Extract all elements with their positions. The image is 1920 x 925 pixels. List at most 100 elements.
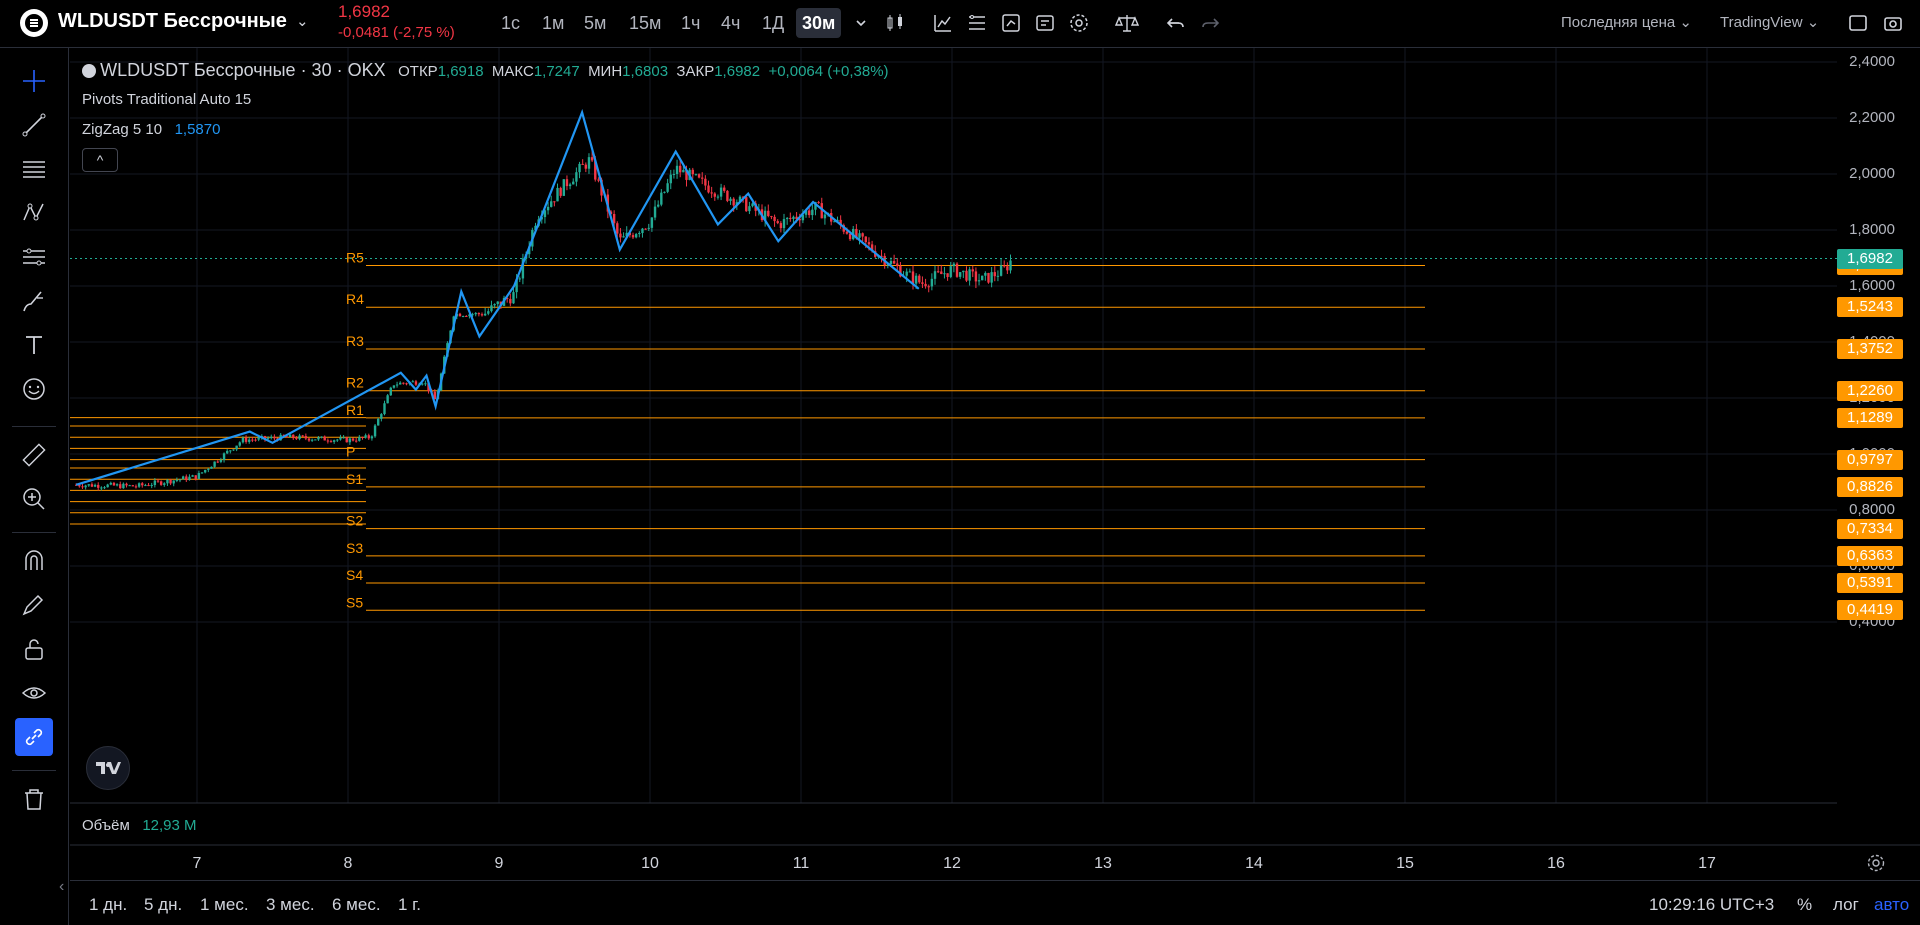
candle-body [792, 216, 795, 220]
zigzag-indicator[interactable]: ZigZag 5 10 1,5870 [82, 121, 220, 138]
candle-body [575, 172, 578, 182]
range-1y[interactable]: 1 г. [398, 895, 421, 915]
candle-body [984, 272, 987, 276]
percent-scale-button[interactable]: % [1797, 895, 1812, 915]
time-axis-label: 12 [943, 855, 961, 872]
candle-body [679, 165, 682, 173]
candle-body [858, 233, 861, 238]
candle-body [405, 383, 408, 385]
candle-body [251, 439, 254, 441]
candle-body [329, 441, 333, 443]
candle-body [156, 480, 160, 482]
legend-high: 1,7247 [533, 63, 580, 80]
zigzag-indicator-value: 1,5870 [174, 121, 221, 138]
candle-body [773, 216, 776, 222]
candle-body [745, 197, 748, 212]
candle-body [266, 438, 270, 440]
candle-body [134, 486, 138, 488]
candle-body [666, 183, 669, 192]
candle-body [358, 436, 361, 441]
candle-body [314, 439, 317, 441]
candle-body [241, 437, 245, 443]
candle-body [509, 298, 512, 304]
candle-body [779, 223, 783, 229]
candle-body [87, 484, 90, 486]
pivot-price-tag: 0,6363 [1837, 545, 1903, 566]
candle-body [474, 313, 477, 315]
candle-body [301, 435, 304, 437]
candle-body [361, 436, 364, 438]
candle-body [732, 198, 735, 206]
candle-body [990, 272, 993, 283]
candle-body [726, 190, 729, 201]
candle-body [229, 450, 232, 452]
candle-body [597, 179, 600, 181]
candle-body [493, 303, 496, 306]
candle-body [861, 233, 864, 237]
candle-body [351, 438, 355, 441]
candle-body [896, 263, 899, 267]
candle-body [631, 235, 635, 238]
candle-body [150, 485, 153, 487]
candle-body [367, 435, 370, 439]
candle-body [933, 271, 937, 279]
candle-body [767, 210, 770, 217]
current-price-tag: 1,6982 [1837, 248, 1903, 269]
symbol-legend: WLDUSDT Бессрочные · 30 · OKX ОТКР1,6918… [82, 60, 889, 81]
time-axis-label: 9 [494, 855, 504, 872]
candle-body [197, 473, 201, 479]
candle-body [981, 275, 984, 281]
candle-body [295, 438, 298, 440]
candle-body [137, 483, 141, 487]
candle-body [270, 436, 273, 439]
candle-body [200, 472, 204, 474]
range-5d[interactable]: 5 дн. [144, 895, 182, 915]
candle-body [719, 187, 723, 197]
range-1d[interactable]: 1 дн. [89, 895, 127, 915]
auto-scale-button[interactable]: авто [1874, 895, 1909, 915]
candle-body [962, 270, 965, 273]
candle-body [1003, 265, 1006, 267]
clock[interactable]: 10:29:16 UTC+3 [1649, 895, 1774, 915]
range-1m[interactable]: 1 мес. [200, 895, 249, 915]
candle-body [144, 485, 147, 487]
candle-body [238, 442, 241, 446]
time-axis-label: 7 [192, 855, 202, 872]
price-chart[interactable]: R5 R4 R3 R2 R1 P S1 S2 S3 S4 S5 [0, 0, 1920, 925]
pivot-label: R1 [346, 402, 364, 418]
candle-body [93, 484, 97, 487]
candle-body [232, 449, 235, 451]
legend-symbol[interactable]: WLDUSDT Бессрочные · 30 · OKX [100, 60, 385, 80]
price-axis-label: 2,2000 [1849, 109, 1895, 126]
candle-body [845, 231, 849, 234]
tradingview-logo-icon[interactable] [86, 746, 130, 790]
time-axis-label: 14 [1245, 855, 1263, 872]
price-axis-label: 2,4000 [1849, 53, 1895, 70]
candle-body [568, 184, 572, 187]
pivot-label: P [346, 444, 355, 460]
candle-body [644, 228, 647, 230]
time-axis-label: 13 [1094, 855, 1112, 872]
candle-body [987, 272, 990, 283]
pivot-label: S3 [346, 540, 363, 556]
volume-value: 12,93 M [142, 817, 197, 834]
candle-body [257, 437, 260, 440]
candle-body [656, 204, 660, 207]
pivot-label: R2 [346, 375, 364, 391]
candle-body [789, 217, 792, 220]
range-6m[interactable]: 6 мес. [332, 895, 381, 915]
candle-body [518, 278, 521, 280]
candle-body [370, 436, 374, 439]
candle-body [235, 445, 238, 450]
legend-high-label: МАКС [491, 63, 534, 80]
candle-body [81, 486, 84, 488]
pivot-price-tag: 0,9797 [1837, 449, 1903, 470]
log-scale-button[interactable]: лог [1833, 895, 1859, 915]
candle-body [713, 193, 717, 197]
collapse-indicators-button[interactable]: ^ [82, 148, 118, 172]
gear-icon[interactable] [1866, 853, 1886, 878]
candle-body [977, 280, 981, 282]
pivot-price-tag: 1,1289 [1837, 407, 1903, 428]
range-3m[interactable]: 3 мес. [266, 895, 315, 915]
pivots-indicator-label[interactable]: Pivots Traditional Auto 15 [82, 91, 251, 108]
